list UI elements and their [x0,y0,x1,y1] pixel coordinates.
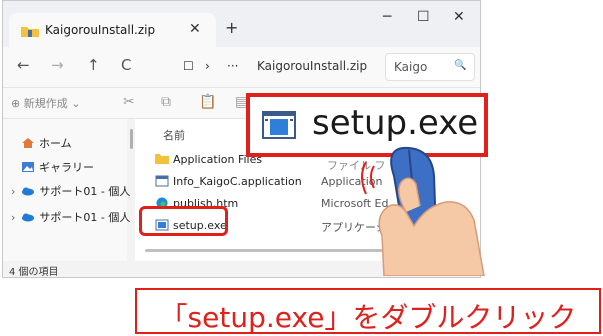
monitor-icon: ☐ [183,59,194,73]
search-text: Kaigo [394,60,428,74]
navigation-pane: ホーム ギャラリー › サポート01 - 個人 › サポート01 - 個人 [3,119,130,261]
onedrive-icon [22,187,35,196]
search-box[interactable]: Kaigo 🔍 [385,53,475,81]
sidebar-item-onedrive-1[interactable]: › サポート01 - 個人 [11,183,130,199]
tab-close-icon[interactable]: ✕ [189,21,201,37]
expand-chevron-icon[interactable]: › [11,211,15,224]
up-button[interactable]: ↑ [87,56,100,74]
sidebar-item-label: ギャラリー [39,161,94,174]
chevron-icon: › [205,59,210,73]
file-name: Info_KaigoC.application [173,175,302,188]
sidebar-item-label: サポート01 - 個人 [39,185,131,198]
address-path: KaigorouInstall.zip [257,59,368,73]
address-bar[interactable]: ☐ › ··· KaigorouInstall.zip [183,53,373,81]
sidebar-item-label: サポート01 - 個人 [39,211,131,224]
click-lines-icon [361,161,375,195]
forward-button[interactable]: → [51,56,64,74]
more-path-icon[interactable]: ··· [227,59,238,73]
column-header-name[interactable]: 名前 [163,127,185,143]
tab-kaigorou-install[interactable]: KaigorouInstall.zip ✕ [9,13,216,47]
sidebar-item-gallery[interactable]: ギャラリー [21,159,94,175]
navigation-bar: ← → ↑ C ☐ › ··· KaigorouInstall.zip Kaig… [3,47,480,87]
maximize-button[interactable]: ☐ [417,9,430,25]
minimize-button[interactable]: ─ [383,9,391,25]
zip-folder-icon [21,27,39,37]
pane-scrollbar[interactable] [130,129,133,149]
copy-icon[interactable]: ⧉ [161,94,171,110]
new-button[interactable]: ⊕ 新規作成 ⌄ [11,95,80,111]
instruction-caption: 「setup.exe」をダブルクリック [135,288,601,334]
sidebar-item-onedrive-2[interactable]: › サポート01 - 個人 [11,209,130,225]
application-icon [155,175,169,187]
gallery-icon [22,162,34,172]
refresh-button[interactable]: C [121,56,131,74]
search-icon: 🔍 [454,60,467,71]
sidebar-item-label: ホーム [39,137,72,150]
new-tab-button[interactable]: + [225,18,238,37]
item-count: 4 個の項目 [9,267,59,278]
tab-title: KaigorouInstall.zip [45,23,156,37]
sidebar-item-home[interactable]: ホーム [21,135,72,151]
cut-icon[interactable]: ✂ [123,94,135,110]
file-row-info-kaigoc[interactable]: Info_KaigoC.application [155,175,302,188]
onedrive-icon [22,213,35,222]
back-button[interactable]: ← [17,56,30,74]
title-bar: KaigorouInstall.zip ✕ + ─ ☐ ✕ [3,1,480,47]
caption-text: 「setup.exe」をダブルクリック [159,301,577,334]
exe-icon [262,111,296,139]
setup-highlight-box [139,206,228,236]
home-icon [22,138,34,148]
paste-icon[interactable]: 📋 [199,94,216,110]
expand-chevron-icon[interactable]: › [11,185,15,198]
folder-icon [155,154,169,164]
hand-mouse-illustration [361,146,485,276]
close-window-button[interactable]: ✕ [453,9,465,25]
